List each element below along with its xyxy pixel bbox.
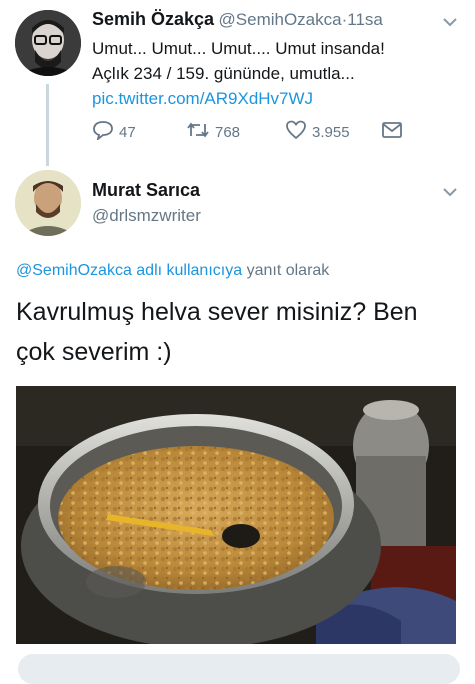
tweet1-link[interactable]: pic.twitter.com/AR9XdHv7WJ xyxy=(92,86,462,111)
tweet-photo[interactable] xyxy=(16,386,456,644)
tweet1-line2: Açlık 234 / 159. gününde, umutla... xyxy=(92,64,355,83)
avatar-murat[interactable] xyxy=(15,170,81,236)
author-name[interactable]: Murat Sarıca xyxy=(92,180,201,201)
author-handle[interactable]: @drlsmzwriter xyxy=(92,206,201,226)
halva-pot-image xyxy=(16,386,456,644)
tweet2-line2: çok severim :) xyxy=(16,338,172,366)
tweet1-line1: Umut... Umut... Umut.... Umut insanda! xyxy=(92,39,385,58)
reply-count: 47 xyxy=(119,123,136,141)
avatar-semih[interactable] xyxy=(15,10,81,76)
tweet-time[interactable]: 11sa xyxy=(347,10,383,29)
thread-line xyxy=(46,84,49,166)
tweet1-header: Semih Özakça @SemihOzakca·11sa xyxy=(92,9,383,30)
chevron-down-icon[interactable] xyxy=(442,184,458,200)
retweet-count: 768 xyxy=(215,123,241,141)
like-count: 3.955 xyxy=(312,123,350,141)
tweet2-header: Murat Sarıca @drlsmzwriter xyxy=(92,180,201,226)
tweet2-line1: Kavrulmuş helva sever misiniz? Ben xyxy=(16,298,418,326)
envelope-icon[interactable] xyxy=(382,122,402,143)
reply-context: @SemihOzakca adlı kullanıcıya yanıt olar… xyxy=(16,262,329,280)
heart-icon xyxy=(285,120,307,144)
reply-icon xyxy=(92,120,114,144)
tweet1-body: Umut... Umut... Umut.... Umut insanda! A… xyxy=(92,36,462,111)
like-action[interactable]: 3.955 xyxy=(285,120,350,144)
chevron-down-icon[interactable] xyxy=(442,14,458,30)
author-name[interactable]: Semih Özakça xyxy=(92,9,214,29)
retweet-action[interactable]: 768 xyxy=(186,120,240,144)
reply-to-suffix: yanıt olarak xyxy=(246,262,330,279)
avatar-image xyxy=(15,170,81,236)
retweet-icon xyxy=(186,120,210,144)
avatar-image xyxy=(15,10,81,76)
reply-to-user[interactable]: @SemihOzakca adlı kullanıcıya xyxy=(16,262,242,279)
author-handle[interactable]: @SemihOzakca xyxy=(219,10,342,29)
tweet2-body: Kavrulmuş helva sever misiniz? Ben çok s… xyxy=(16,292,466,372)
reply-action[interactable]: 47 xyxy=(92,120,136,144)
reply-bar[interactable] xyxy=(18,654,460,684)
